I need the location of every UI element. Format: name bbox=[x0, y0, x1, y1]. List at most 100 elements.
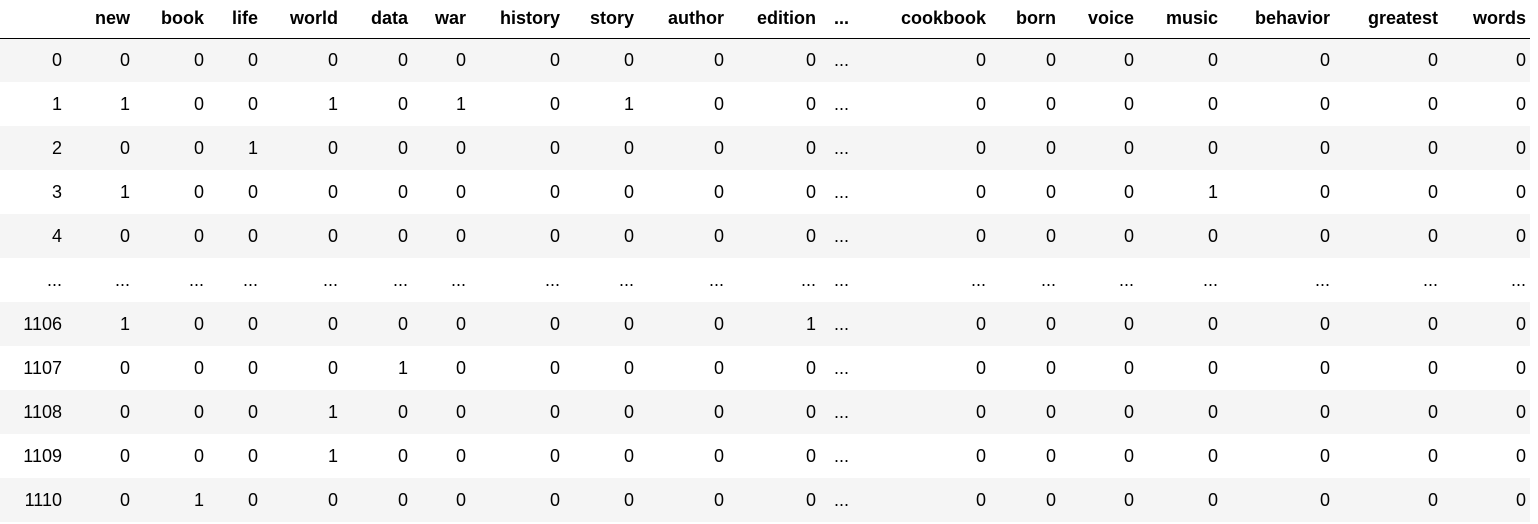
table-cell: 0 bbox=[1319, 489, 1330, 510]
table-cell: 0 bbox=[975, 93, 986, 114]
table-cell: 0 bbox=[1123, 401, 1134, 422]
column-header-ellipsis: ... bbox=[820, 0, 868, 39]
table-cell: ... bbox=[800, 269, 816, 290]
table-cell: 0 bbox=[623, 313, 634, 334]
index-header bbox=[0, 0, 72, 39]
table-cell: ... bbox=[618, 269, 634, 290]
table-cell: 0 bbox=[119, 49, 130, 70]
row-index: ... bbox=[46, 269, 62, 290]
table-cell: ... bbox=[834, 445, 850, 466]
table-cell: 0 bbox=[327, 357, 338, 378]
table-cell: 1 bbox=[327, 93, 338, 114]
table-row: 0 0 0 0 0 0 0 0 0 0 0... 0 0 0 0 0 0 0 bbox=[0, 38, 1530, 82]
table-cell: ... bbox=[1422, 269, 1438, 290]
table-cell: 0 bbox=[805, 401, 816, 422]
table-cell: 0 bbox=[455, 49, 466, 70]
table-cell: 0 bbox=[1427, 445, 1438, 466]
column-header-book: book bbox=[134, 0, 208, 39]
table-cell: 0 bbox=[975, 357, 986, 378]
table-row: 4 0 0 0 0 0 0 0 0 0 0... 0 0 0 0 0 0 0 bbox=[0, 214, 1530, 258]
table-cell: 0 bbox=[1515, 357, 1526, 378]
table-cell: 0 bbox=[119, 445, 130, 466]
column-header-story: story bbox=[564, 0, 638, 39]
table-cell: 0 bbox=[623, 357, 634, 378]
table-cell: 0 bbox=[1207, 225, 1218, 246]
table-cell: 0 bbox=[119, 225, 130, 246]
table-cell: 0 bbox=[1045, 181, 1056, 202]
column-header-data: data bbox=[342, 0, 412, 39]
table-cell: 0 bbox=[397, 445, 408, 466]
table-cell: 0 bbox=[397, 93, 408, 114]
table-cell: 1 bbox=[247, 137, 258, 158]
table-cell: 0 bbox=[455, 401, 466, 422]
table-cell: 0 bbox=[1045, 401, 1056, 422]
row-index: 4 bbox=[51, 225, 62, 246]
table-cell: ... bbox=[834, 225, 850, 246]
table-row: 1108 0 0 0 1 0 0 0 0 0 0... 0 0 0 0 0 0 0 bbox=[0, 390, 1530, 434]
table-cell: 0 bbox=[1319, 401, 1330, 422]
table-cell: ... bbox=[834, 49, 850, 70]
table-cell: 0 bbox=[1123, 489, 1134, 510]
table-cell: 0 bbox=[1045, 313, 1056, 334]
table-cell: 0 bbox=[975, 313, 986, 334]
table-cell: 0 bbox=[975, 225, 986, 246]
table-cell: 1 bbox=[397, 357, 408, 378]
table-cell: 0 bbox=[549, 313, 560, 334]
table-cell: 0 bbox=[1319, 93, 1330, 114]
table-cell: 0 bbox=[397, 181, 408, 202]
table-cell: 0 bbox=[1515, 49, 1526, 70]
table-cell: 0 bbox=[1207, 49, 1218, 70]
table-cell: 0 bbox=[1207, 401, 1218, 422]
table-cell: 0 bbox=[1207, 445, 1218, 466]
table-cell: 0 bbox=[1045, 357, 1056, 378]
table-cell: 0 bbox=[713, 181, 724, 202]
table-cell: 0 bbox=[623, 225, 634, 246]
table-cell: 0 bbox=[193, 93, 204, 114]
table-cell: ... bbox=[1202, 269, 1218, 290]
column-header-edition: edition bbox=[728, 0, 820, 39]
table-cell: 0 bbox=[247, 225, 258, 246]
table-cell: 0 bbox=[1207, 93, 1218, 114]
table-cell: 1 bbox=[119, 181, 130, 202]
table-cell: 0 bbox=[1319, 181, 1330, 202]
table-cell: ... bbox=[392, 269, 408, 290]
table-cell: 0 bbox=[193, 225, 204, 246]
table-cell: 0 bbox=[805, 225, 816, 246]
table-cell: 1 bbox=[455, 93, 466, 114]
table-cell: 0 bbox=[397, 401, 408, 422]
column-header-new: new bbox=[72, 0, 134, 39]
table-cell: 0 bbox=[549, 357, 560, 378]
table-cell: 1 bbox=[327, 445, 338, 466]
table-cell: ... bbox=[834, 357, 850, 378]
table-cell: 0 bbox=[713, 49, 724, 70]
table-cell: 0 bbox=[397, 137, 408, 158]
table-row: ........................................… bbox=[0, 258, 1530, 302]
table-cell: 0 bbox=[805, 137, 816, 158]
table-row: 1110 0 1 0 0 0 0 0 0 0 0... 0 0 0 0 0 0 0 bbox=[0, 478, 1530, 522]
table-cell: 0 bbox=[193, 401, 204, 422]
table-cell: 0 bbox=[1427, 49, 1438, 70]
table-row: 3 1 0 0 0 0 0 0 0 0 0... 0 0 0 1 0 0 0 bbox=[0, 170, 1530, 214]
table-cell: 0 bbox=[119, 137, 130, 158]
table-cell: ... bbox=[450, 269, 466, 290]
table-cell: 0 bbox=[1319, 357, 1330, 378]
table-cell: 0 bbox=[247, 93, 258, 114]
table-cell: 0 bbox=[975, 489, 986, 510]
row-index: 1109 bbox=[23, 445, 62, 466]
table-cell: ... bbox=[322, 269, 338, 290]
table-cell: 0 bbox=[549, 225, 560, 246]
table-cell: 0 bbox=[1427, 225, 1438, 246]
table-cell: 0 bbox=[1045, 49, 1056, 70]
column-header-cookbook: cookbook bbox=[868, 0, 990, 39]
table-cell: 0 bbox=[247, 181, 258, 202]
table-cell: 0 bbox=[1515, 401, 1526, 422]
table-header: new book life world data war history story autho… bbox=[0, 0, 1530, 39]
table-cell: 0 bbox=[455, 313, 466, 334]
column-header-words: words bbox=[1442, 0, 1530, 39]
table-cell: 0 bbox=[1427, 489, 1438, 510]
table-cell: 0 bbox=[247, 489, 258, 510]
table-cell: 0 bbox=[327, 49, 338, 70]
column-header-war: war bbox=[412, 0, 470, 39]
table-cell: 0 bbox=[549, 93, 560, 114]
table-row: 1109 0 0 0 1 0 0 0 0 0 0... 0 0 0 0 0 0 0 bbox=[0, 434, 1530, 478]
